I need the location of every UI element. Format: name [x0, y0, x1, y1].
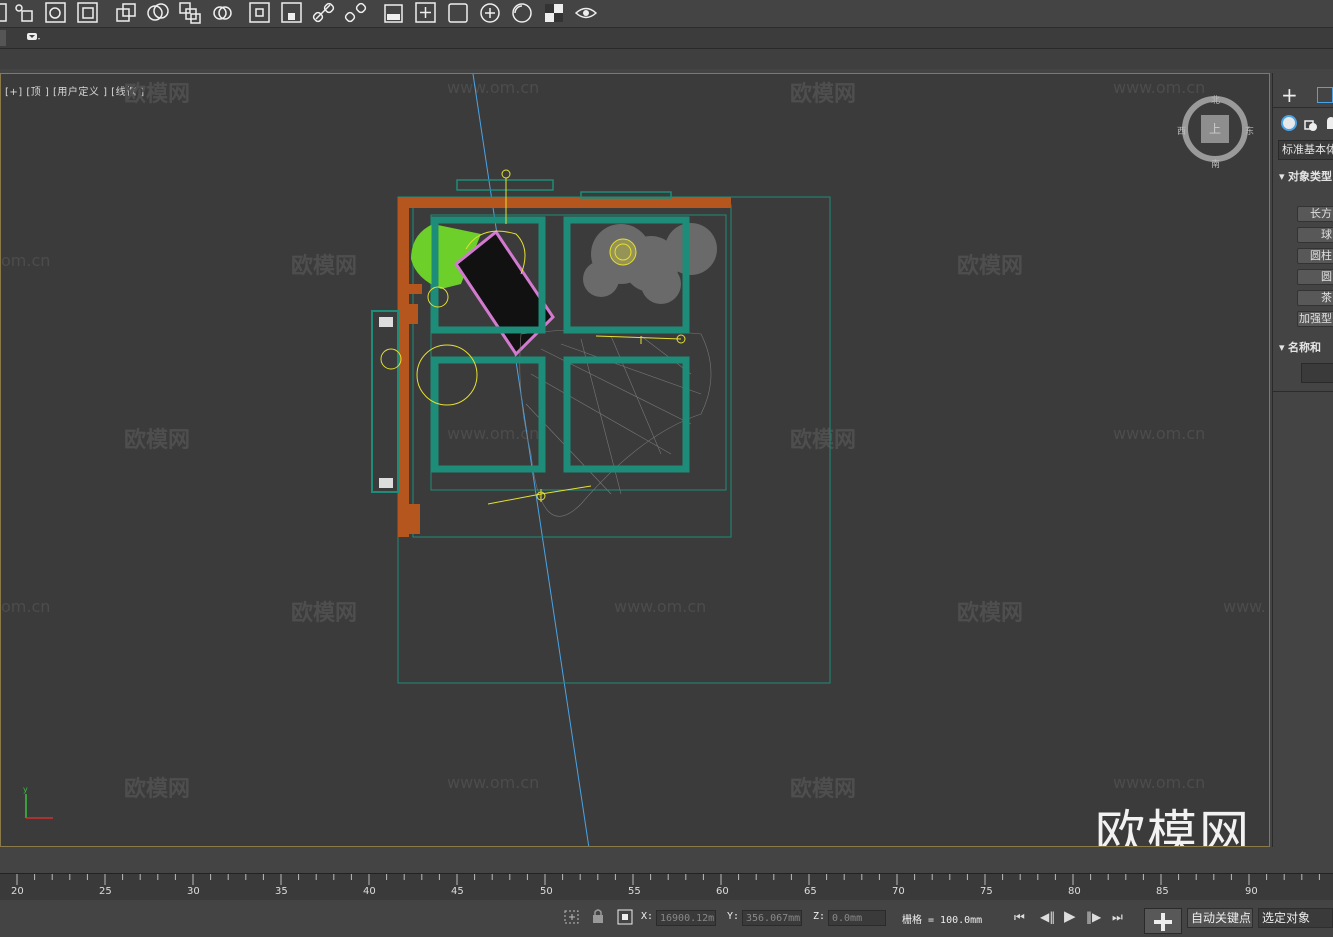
cylinder-button[interactable]: 圆柱	[1297, 248, 1333, 264]
name-color-title: 名称和	[1288, 341, 1322, 354]
tick-label: 75	[980, 886, 993, 897]
tree-shape	[583, 223, 717, 304]
next-frame-icon[interactable]: ‖▶	[1086, 910, 1101, 924]
tick-label: 50	[540, 886, 553, 897]
eye-icon[interactable]	[574, 1, 598, 25]
modify-tab-icon[interactable]	[1317, 87, 1333, 103]
checker-icon[interactable]	[542, 1, 566, 25]
snap-toggle-icon[interactable]	[210, 1, 234, 25]
window-crossing-icon[interactable]	[76, 1, 100, 25]
array-icon[interactable]	[178, 1, 202, 25]
tick-label: 45	[451, 886, 464, 897]
svg-text:y: y	[23, 785, 28, 794]
viewport-top[interactable]: [+] [顶 ] [用户定义 ] [线框 ] 欧模网 www.om.cn 欧模网…	[0, 73, 1270, 847]
go-to-end-icon[interactable]: ⏭	[1112, 910, 1123, 925]
name-color-rollout[interactable]: ▾ 名称和	[1279, 339, 1321, 355]
add-icon[interactable]	[414, 1, 438, 25]
primitive-type-select[interactable]: 标准基本体	[1278, 140, 1333, 160]
viewcube-south[interactable]: 南	[1211, 157, 1220, 170]
dropdown-icon	[27, 33, 40, 40]
y-coordinate-field[interactable]: 356.067mm	[742, 910, 802, 926]
material-editor-icon[interactable]	[382, 1, 406, 25]
object-type-rollout[interactable]: ▾ 对象类型	[1279, 168, 1332, 184]
tick-label: 85	[1156, 886, 1169, 897]
create-tab-icon[interactable]: +	[1281, 83, 1298, 107]
torus-button[interactable]: 圆	[1297, 269, 1333, 285]
key-plus-icon	[1154, 913, 1172, 931]
tick-label: 25	[99, 886, 112, 897]
enhanced-button[interactable]: 加强型	[1297, 311, 1333, 327]
shapes-icon[interactable]	[1304, 117, 1318, 131]
scene-drawing[interactable]: y	[1, 74, 1270, 847]
place-icon[interactable]	[248, 1, 272, 25]
x-coordinate-field[interactable]: 16900.12m	[656, 910, 716, 926]
play-icon[interactable]: ▶	[1064, 907, 1076, 925]
tick-label: 20	[11, 886, 24, 897]
circle-icon[interactable]	[510, 1, 534, 25]
selected-object-select[interactable]: 选定对象	[1258, 908, 1333, 928]
z-coordinate-field[interactable]: 0.0mm	[828, 910, 886, 926]
align-icon[interactable]	[146, 1, 170, 25]
z-label: Z:	[813, 911, 826, 922]
tick-label: 55	[628, 886, 641, 897]
mirror-icon[interactable]	[114, 1, 138, 25]
y-label: Y:	[727, 911, 740, 922]
ribbon-strip	[0, 49, 1333, 69]
tick-label: 70	[892, 886, 905, 897]
teapot-button[interactable]: 茶	[1297, 290, 1333, 306]
grid-size-label: 栅格 = 100.0mm	[902, 915, 983, 926]
window-frame	[431, 356, 546, 473]
secondary-toolbar	[0, 28, 1333, 49]
sphere-button[interactable]: 球	[1297, 227, 1333, 243]
command-panel: + 标准基本体 ▾ 对象类型 长方 球 圆柱 圆 茶 加强型 ▾ 名称和	[1272, 73, 1333, 847]
rect-region-icon[interactable]	[44, 1, 68, 25]
tick-label: 30	[187, 886, 200, 897]
tick-label: 35	[275, 886, 288, 897]
object-type-title: 对象类型	[1288, 170, 1333, 183]
previous-frame-icon[interactable]: ◀‖	[1040, 910, 1055, 924]
viewcube-north[interactable]: 北	[1211, 93, 1220, 106]
box-button[interactable]: 长方	[1297, 206, 1333, 222]
dropdown-button[interactable]	[22, 30, 58, 46]
set-key-button[interactable]	[1144, 908, 1182, 934]
tick-label: 40	[363, 886, 376, 897]
timeline-ruler[interactable]: 20 25 30 35 40 45 50 55 60 65 70 75 80 8…	[0, 873, 1333, 900]
circle-plus-icon[interactable]	[478, 1, 502, 25]
status-bar: X: 16900.12m Y: 356.067mm Z: 0.0mm 栅格 = …	[0, 900, 1333, 934]
viewcube[interactable]: 北 南 西 东 上	[1177, 93, 1254, 170]
unlink-icon[interactable]	[344, 1, 368, 25]
tick-label: 65	[804, 886, 817, 897]
tick-label: 90	[1245, 886, 1258, 897]
frame-icon[interactable]	[446, 1, 470, 25]
auto-key-button[interactable]: 自动关键点	[1187, 908, 1253, 928]
cabinet	[371, 310, 399, 493]
toolbar-handle[interactable]	[0, 30, 6, 46]
lock-icon[interactable]	[591, 908, 605, 924]
main-toolbar	[0, 0, 1333, 28]
site-logo: 欧模网	[1095, 805, 1251, 847]
timeline-ticks	[16, 874, 1320, 885]
go-to-start-icon[interactable]: ⏮	[1014, 910, 1025, 925]
selection-lock-icon[interactable]	[563, 909, 581, 925]
absolute-mode-icon[interactable]	[617, 909, 633, 925]
viewcube-top-face[interactable]: 上	[1209, 120, 1221, 137]
lights-icon[interactable]	[1327, 117, 1333, 129]
select-name-icon[interactable]	[12, 1, 36, 25]
viewcube-east[interactable]: 东	[1245, 124, 1254, 137]
link-icon[interactable]	[312, 1, 336, 25]
x-label: X:	[641, 911, 654, 922]
tick-label: 60	[716, 886, 729, 897]
viewcube-west[interactable]: 西	[1177, 124, 1186, 137]
keyboard-shortcut-icon[interactable]	[280, 1, 304, 25]
geometry-icon[interactable]	[1281, 115, 1297, 131]
tick-label: 80	[1068, 886, 1081, 897]
axis-gizmo: y	[23, 785, 53, 819]
object-name-field[interactable]	[1301, 363, 1333, 383]
